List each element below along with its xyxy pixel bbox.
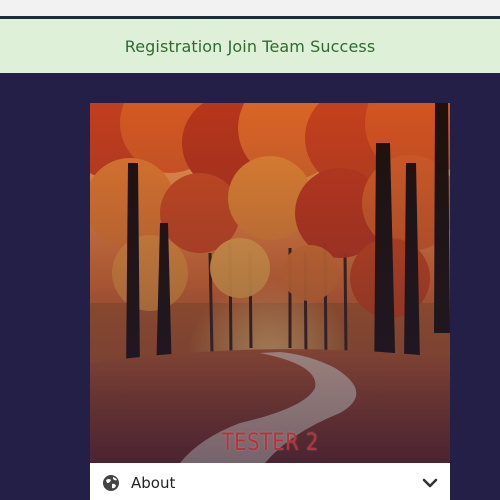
alert-message: Registration Join Team Success: [124, 36, 376, 56]
success-alert: Registration Join Team Success: [0, 19, 500, 73]
member-card: TESTER 2 About: [90, 103, 450, 500]
about-label: About: [131, 474, 176, 492]
member-name: TESTER 2: [221, 428, 319, 456]
member-photo: TESTER 2: [90, 103, 450, 463]
about-accordion-toggle[interactable]: About: [90, 463, 450, 500]
globe-icon: [102, 474, 120, 492]
member-name-overlay: TESTER 2: [90, 421, 450, 463]
top-strip: [0, 0, 500, 16]
chevron-down-icon: [422, 475, 438, 491]
